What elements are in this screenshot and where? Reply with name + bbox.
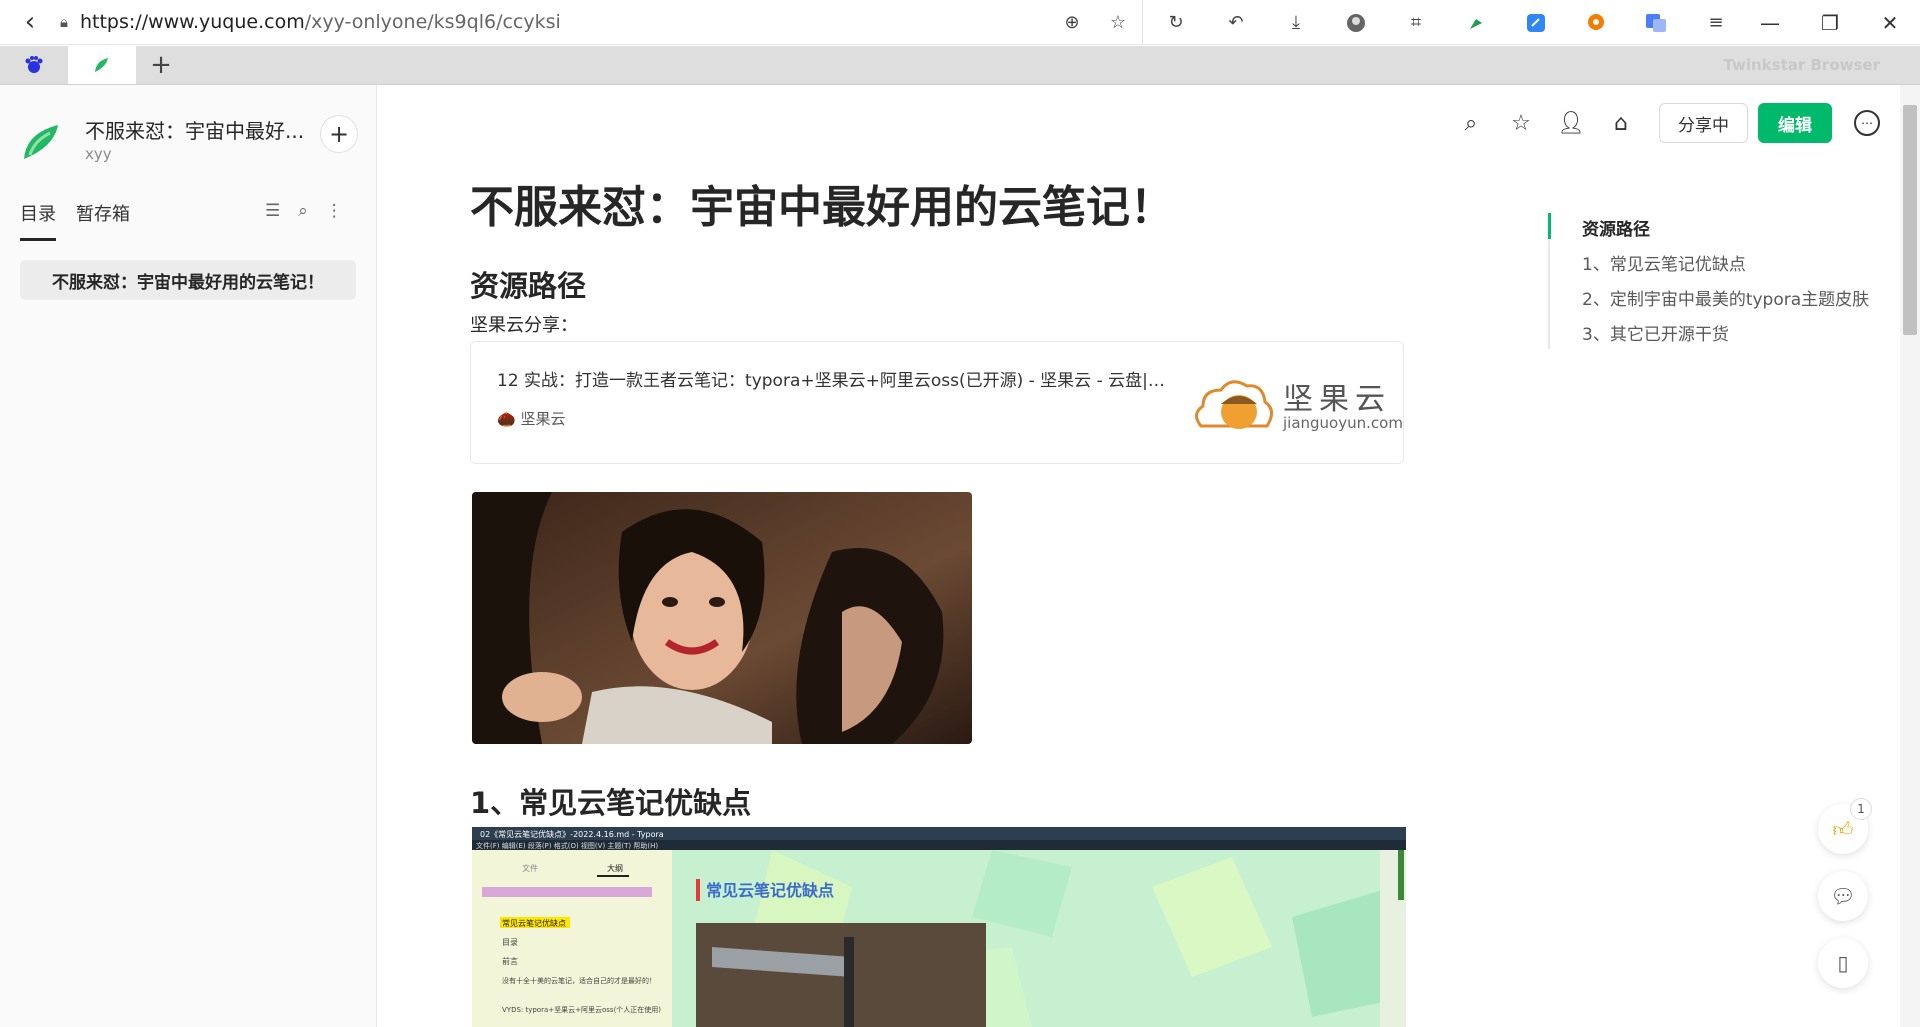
typora-screenshot: 02《常见云笔记优缺点》-2022.4.16.md - Typora 文件(F)… [472,827,1406,1027]
outline-item-1[interactable]: 资源路径 [1582,215,1650,240]
tab-drafts[interactable]: 暂存箱 [76,200,130,241]
book-header: 不服来怼：宇宙中最好... xyy [20,111,360,171]
comment-icon: 💬︎ [1830,884,1856,908]
share-button[interactable]: 分享中 [1659,103,1748,143]
scrollbar[interactable] [1900,85,1920,1027]
yuque-bird-icon [95,57,108,72]
screenshot-outline-4: 没有十全十美的云笔记，适合自己的才是最好的！ [502,976,656,985]
sidebar: 不服来怼：宇宙中最好... xyy + 目录 暂存箱 ☰ ⌕ ⋮ 不服来怼：宇宙… [0,85,377,1027]
url-path: /xyy-onlyone/ks9ql6/ccyksi [304,11,561,33]
screenshot-tab-files: 文件 [522,863,538,873]
logo-en: jianguoyun.com [1283,414,1403,432]
jianguoyun-logo: 坚果云 jianguoyun.com [1191,366,1403,436]
screenshot-outline-5: VYDS: typora+坚果云+阿里云oss(个人正在使用) [502,1005,661,1014]
like-count-badge: 1 [1850,798,1872,820]
screenshot-menu: 文件(F) 编辑(E) 段落(P) 格式(O) 视图(V) 主题(T) 帮助(H… [476,841,658,850]
screenshot-outline-3: 前言 [502,956,518,966]
mobile-view-button[interactable]: ▯ [1818,938,1868,988]
outline-item-2[interactable]: 1、常见云笔记优缺点 [1582,250,1746,275]
outline-item-4[interactable]: 3、其它已开源干货 [1582,320,1729,345]
favorite-star-icon[interactable]: ☆ [1509,111,1533,136]
window-controls: — ❐ ✕ [1740,0,1920,45]
movie-still-image [472,492,972,744]
bookmark-star-icon[interactable]: ☆ [1106,11,1130,35]
card-source: 🌰 坚果云 [497,410,566,428]
search-icon[interactable]: ⌕ [1459,111,1483,136]
restore-icon[interactable]: ❐ [1800,11,1860,35]
presentation-icon[interactable]: ⌂ [1609,111,1633,136]
back-button[interactable]: ‹ [0,0,60,45]
tab-yuque[interactable] [68,45,136,84]
comment-button[interactable]: 💬︎ [1818,871,1868,921]
url-host: https://www.yuque.com [79,11,305,33]
book-owner[interactable]: xyy [85,145,112,163]
browser-brand: Twinkstar Browser [1723,56,1880,74]
browser-toolbar: ‹ 🔒︎ https://www.yuque.com/xyy-onlyone/k… [0,0,1920,45]
outline-active-indicator [1548,213,1551,239]
heading-resource: 资源路径 [470,269,587,303]
address-bar[interactable]: 🔒︎ https://www.yuque.com/xyy-onlyone/ks9… [60,0,1060,45]
yuque-logo-icon [24,125,58,159]
sidebar-tabs: 目录 暂存箱 [20,200,130,241]
toc-item-current[interactable]: 不服来怼：宇宙中最好用的云笔记！ [20,260,356,300]
lock-icon: 🔒︎ [60,13,68,31]
address-bar-icons: ⊕ ☆ [1060,0,1130,45]
orange-location-icon[interactable] [1584,11,1608,35]
scrollbar-thumb[interactable] [1903,105,1917,335]
document-area: ⌕ ☆ 👤︎ ⌂ 分享中 编辑 ⋯ 不服来怼：宇宙中最好用的云笔记！ 资源路径 … [378,85,1900,1027]
screenshot-outline-1: 常见云笔记优缺点 [502,918,566,928]
screenshot-outline-2: 目录 [502,938,518,947]
crop-icon[interactable]: ⌗ [1404,11,1428,35]
mobile-phone-icon: ▯ [1837,951,1849,975]
edit-button[interactable]: 编辑 [1758,103,1832,143]
link-card[interactable]: 12 实战：打造一款王者云笔记：typora+坚果云+阿里云oss(已开源) -… [470,341,1404,464]
translate-icon[interactable] [1644,11,1668,35]
search-icon[interactable]: ⌕ [298,201,308,221]
tab-toc[interactable]: 目录 [20,200,56,241]
outline-item-3[interactable]: 2、定制宇宙中最美的typora主题皮肤 [1582,285,1869,310]
acorn-icon: 🌰 [497,410,516,428]
logo-cn: 坚果云 [1283,382,1391,417]
add-collaborator-icon[interactable]: 👤︎ [1557,111,1585,136]
more-vertical-icon[interactable]: ⋮ [326,201,343,221]
blue-note-icon[interactable] [1524,11,1548,35]
add-doc-button[interactable]: + [320,115,358,153]
new-tab-button[interactable]: + [136,45,186,84]
download-icon[interactable]: ⤓ [1284,11,1308,35]
browser-extension-icons: ↻ ↶ ⤓ ⌗ ≡ [1142,0,1764,45]
green-flag-icon[interactable] [1464,11,1488,35]
thumbs-up-icon: 👍︎ [1832,816,1854,841]
page-title: 不服来怼：宇宙中最好用的云笔记！ [470,182,1174,233]
book-title[interactable]: 不服来怼：宇宙中最好... [85,115,304,144]
tab-bar: + [0,45,1920,85]
add-icon[interactable]: ⊕ [1060,11,1084,35]
share-text: 坚果云分享： [470,315,578,336]
baidu-paw-icon [25,55,43,73]
screenshot-heading: 常见云笔记优缺点 [706,881,834,900]
heading-section-1: 1、常见云笔记优缺点 [470,786,752,820]
sidebar-tools: ☰ ⌕ ⋮ [265,201,343,221]
more-options-icon[interactable]: ⋯ [1854,110,1880,136]
doc-actions: ⌕ ☆ 👤︎ ⌂ 分享中 编辑 ⋯ [1459,103,1880,143]
screenshot-window-title: 02《常见云笔记优缺点》-2022.4.16.md - Typora [480,829,664,839]
card-title: 12 实战：打造一款王者云笔记：typora+坚果云+阿里云oss(已开源) -… [497,371,1177,391]
refresh-icon[interactable]: ↻ [1164,11,1188,35]
minimize-icon[interactable]: — [1740,11,1800,35]
screenshot-tab-outline: 大纲 [607,863,623,873]
profile-avatar-icon[interactable] [1344,11,1368,35]
menu-icon[interactable]: ≡ [1704,11,1728,35]
list-view-icon[interactable]: ☰ [265,201,280,221]
undo-icon[interactable]: ↶ [1224,11,1248,35]
tab-baidu[interactable] [0,45,68,84]
cloud-acorn-icon [1195,380,1273,429]
close-icon[interactable]: ✕ [1860,11,1920,35]
